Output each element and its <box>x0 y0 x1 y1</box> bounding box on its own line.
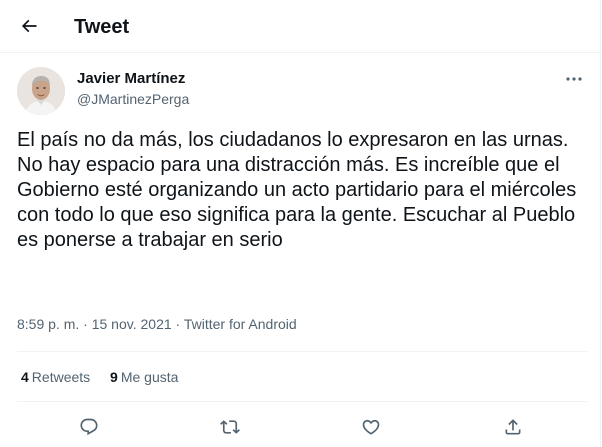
more-icon <box>566 77 582 81</box>
tweet-page: Tweet Javier Martínez @JMartinezPerga El… <box>0 0 601 447</box>
page-title: Tweet <box>74 16 130 38</box>
meta-separator: · <box>83 316 88 332</box>
likes-stat[interactable]: 9 Me gusta <box>110 369 178 385</box>
likes-label: Me gusta <box>120 369 179 385</box>
profile-photo <box>17 67 65 115</box>
tweet-source[interactable]: Twitter for Android <box>184 316 297 332</box>
retweets-stat[interactable]: 4 Retweets <box>21 369 90 385</box>
retweet-icon <box>220 420 240 434</box>
divider <box>17 401 587 402</box>
like-icon <box>362 419 380 435</box>
reply-button[interactable] <box>72 410 106 444</box>
tweet-text: El país no da más, los ciudadanos lo exp… <box>17 129 577 251</box>
likes-count: 9 <box>110 369 118 385</box>
like-button[interactable] <box>354 410 388 444</box>
tweet-time[interactable]: 8:59 p. m. <box>17 316 79 332</box>
back-button[interactable] <box>14 11 44 41</box>
more-options-button[interactable] <box>559 64 589 94</box>
action-bar <box>0 410 601 444</box>
retweets-label: Retweets <box>31 369 91 385</box>
share-button[interactable] <box>496 410 530 444</box>
meta-separator: · <box>175 316 181 332</box>
retweets-count: 4 <box>21 369 29 385</box>
tweet-date[interactable]: 15 nov. 2021 <box>92 316 172 332</box>
tweet-stats: 4 Retweets 9 Me gusta <box>21 369 194 385</box>
page-header: Tweet <box>0 0 601 53</box>
avatar[interactable] <box>17 67 65 115</box>
author-handle[interactable]: @JMartinezPerga <box>77 91 189 107</box>
reply-icon <box>80 418 98 436</box>
arrow-left-icon <box>21 19 37 33</box>
retweet-button[interactable] <box>213 410 247 444</box>
tweet-metadata: 8:59 p. m. · 15 nov. 2021 · Twitter for … <box>17 316 297 332</box>
divider <box>17 351 587 352</box>
author-name[interactable]: Javier Martínez <box>77 70 185 87</box>
share-icon <box>505 419 521 435</box>
